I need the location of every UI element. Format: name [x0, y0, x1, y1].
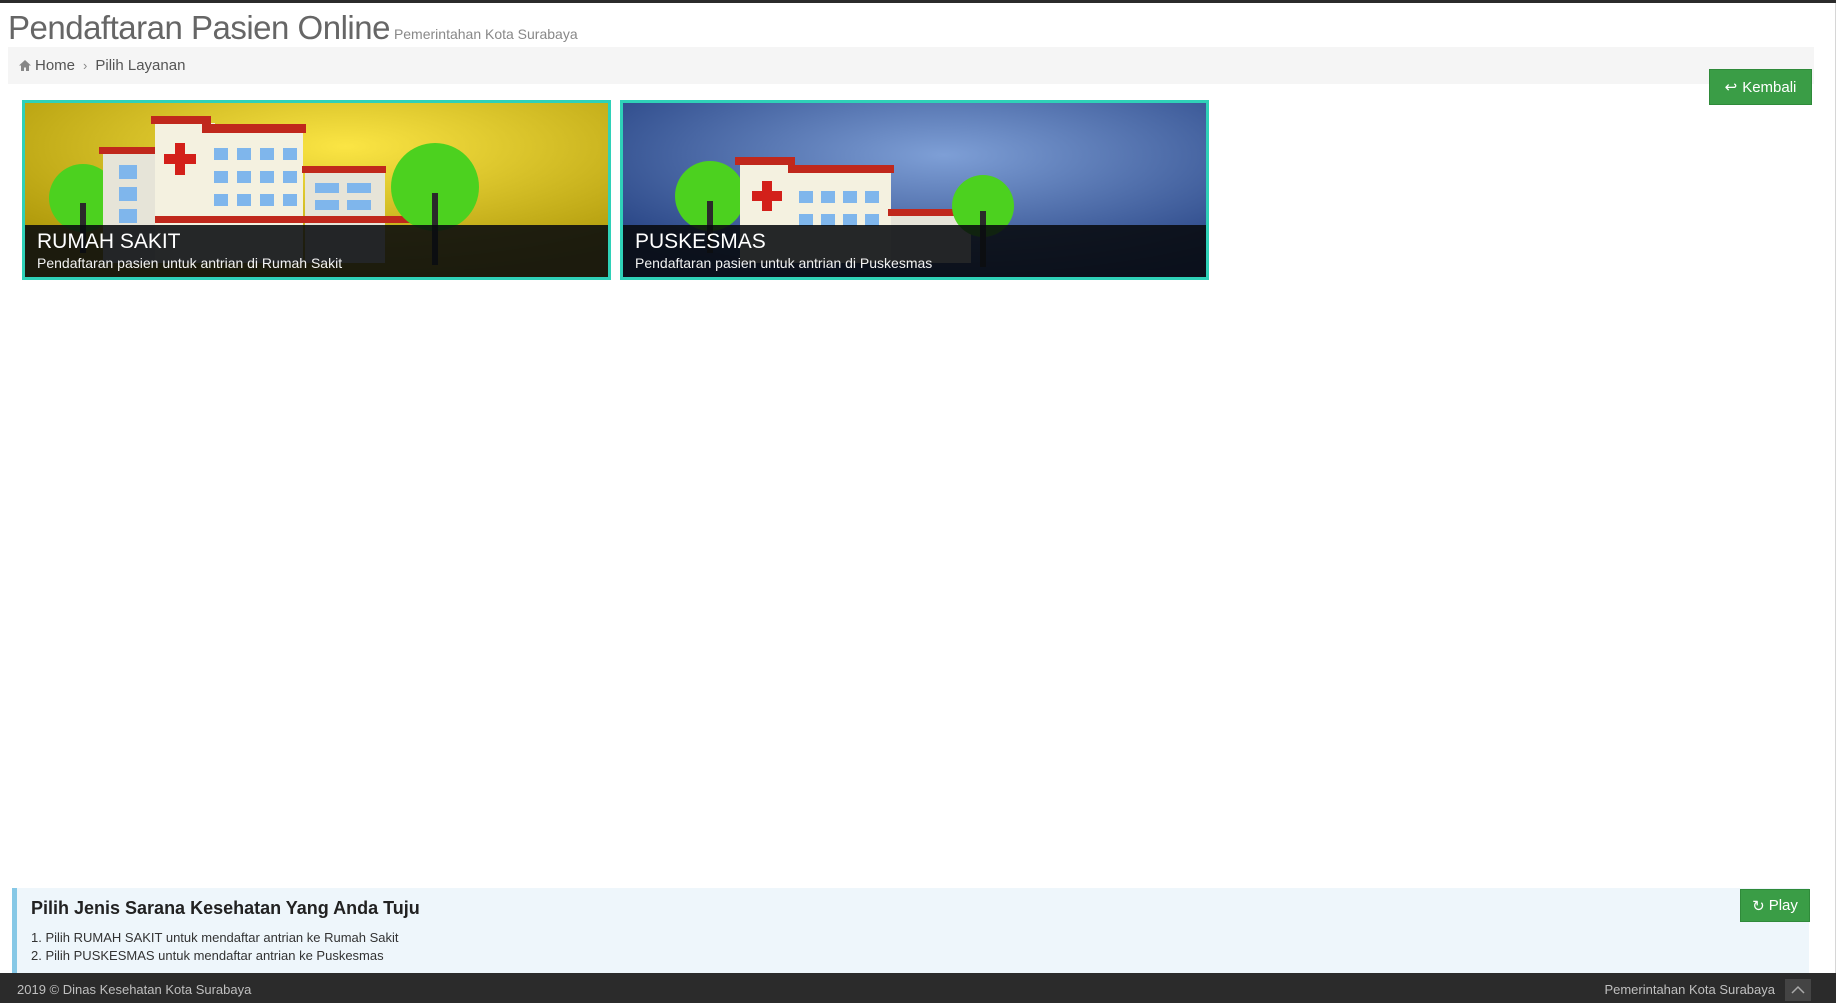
chevron-up-icon — [1791, 985, 1805, 994]
service-card-puskesmas[interactable]: PUSKESMAS Pendaftaran pasien untuk antri… — [620, 100, 1209, 280]
back-button-label: Kembali — [1742, 78, 1797, 96]
breadcrumb: Home › Pilih Layanan — [8, 47, 1814, 84]
refresh-icon: ↻ — [1752, 897, 1765, 915]
card-description: Pendaftaran pasien untuk antrian di Pusk… — [635, 255, 933, 271]
back-button[interactable]: ↩ Kembali — [1709, 69, 1812, 105]
breadcrumb-home-link[interactable]: Home — [35, 57, 75, 74]
instruction-line: 1. Pilih RUMAH SAKIT untuk mendaftar ant… — [31, 930, 399, 945]
play-button-label: Play — [1768, 897, 1798, 914]
card-caption: PUSKESMAS Pendaftaran pasien untuk antri… — [623, 225, 1206, 277]
footer-right: Pemerintahan Kota Surabaya — [1604, 978, 1836, 1001]
home-icon — [19, 60, 31, 71]
reply-icon: ↩ — [1724, 79, 1738, 96]
footer: 2019 © Dinas Kesehatan Kota Surabaya Pem… — [0, 973, 1836, 1003]
card-title: PUSKESMAS — [635, 230, 766, 253]
chevron-right-icon: › — [83, 58, 88, 73]
service-card-rumah-sakit[interactable]: RUMAH SAKIT Pendaftaran pasien untuk ant… — [22, 100, 611, 280]
breadcrumb-current: Pilih Layanan — [95, 57, 186, 74]
page-header: Pendaftaran Pasien Online Pemerintahan K… — [8, 9, 578, 47]
card-caption: RUMAH SAKIT Pendaftaran pasien untuk ant… — [25, 225, 608, 277]
footer-right-text: Pemerintahan Kota Surabaya — [1604, 982, 1775, 997]
card-description: Pendaftaran pasien untuk antrian di Ruma… — [37, 255, 343, 271]
card-title: RUMAH SAKIT — [37, 230, 181, 253]
instruction-line: 2. Pilih PUSKESMAS untuk mendaftar antri… — [31, 948, 384, 963]
page-subtitle: Pemerintahan Kota Surabaya — [393, 26, 578, 42]
instructions-panel: Pilih Jenis Sarana Kesehatan Yang Anda T… — [12, 888, 1809, 973]
page-title: Pendaftaran Pasien Online — [8, 9, 390, 46]
scroll-top-button[interactable] — [1785, 978, 1811, 1001]
play-button[interactable]: ↻ Play — [1740, 889, 1810, 922]
instructions-title: Pilih Jenis Sarana Kesehatan Yang Anda T… — [31, 898, 420, 918]
footer-copyright: 2019 © Dinas Kesehatan Kota Surabaya — [17, 982, 252, 997]
